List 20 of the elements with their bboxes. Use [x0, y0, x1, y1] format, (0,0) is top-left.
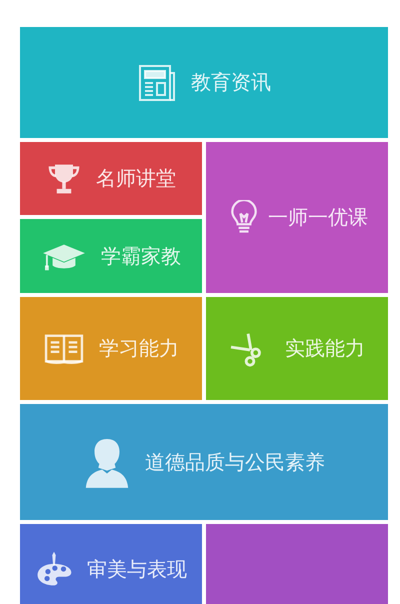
menu-tile[interactable]: 学霸家教: [20, 219, 202, 293]
newspaper-icon: [137, 62, 177, 102]
menu-tile[interactable]: 一师一优课: [206, 142, 388, 293]
tile-label: 道德品质与公民素养: [145, 448, 325, 476]
menu-tile[interactable]: 审美与表现: [20, 524, 202, 604]
tile-label: 实践能力: [285, 335, 365, 362]
tile-label: 审美与表现: [87, 556, 187, 582]
tile-label: 一师一优课: [268, 204, 368, 231]
menu-tile[interactable]: 教育资讯: [20, 27, 388, 138]
tile-label: 教育资讯: [191, 69, 271, 96]
menu-tile[interactable]: 名师讲堂: [20, 142, 202, 215]
menu-tile[interactable]: 道德品质与公民素养: [20, 404, 388, 520]
menu-tile[interactable]: [206, 524, 388, 604]
menu-tile[interactable]: 实践能力: [206, 297, 388, 400]
book-icon: [43, 332, 85, 366]
menu-tile[interactable]: 学习能力: [20, 297, 202, 400]
tile-label: 名师讲堂: [96, 165, 176, 192]
tile-label: 学霸家教: [101, 242, 181, 270]
palette-icon: [35, 550, 73, 588]
tile-label: 学习能力: [99, 335, 179, 362]
